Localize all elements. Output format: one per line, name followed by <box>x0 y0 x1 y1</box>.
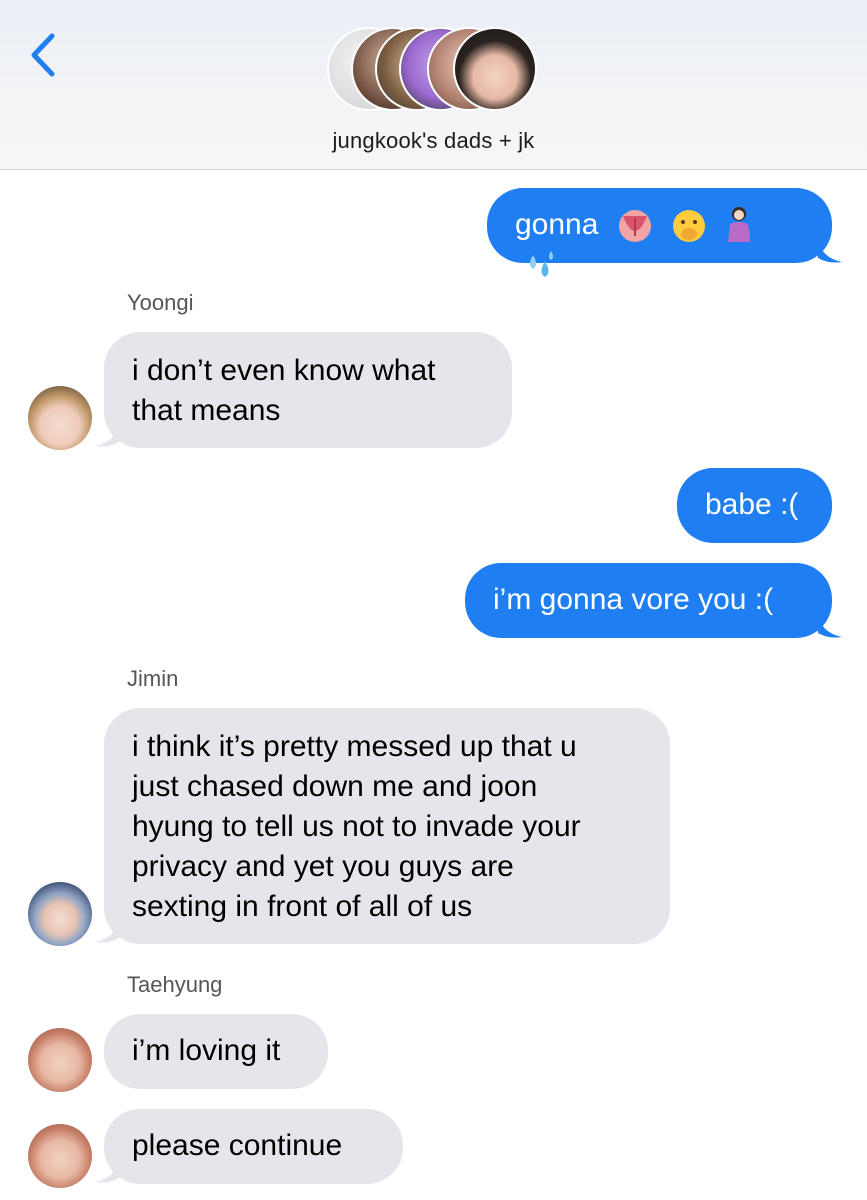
message-line: i think it’s pretty messed up that u <box>132 730 577 763</box>
incoming-message[interactable]: i’m loving it <box>104 1014 328 1089</box>
sender-name: Jimin <box>127 666 179 691</box>
outgoing-message[interactable]: i’m gonna vore you :( <box>465 563 832 638</box>
sender-name: Yoongi <box>127 290 194 315</box>
sweat-droplets-emoji-icon <box>530 251 553 278</box>
avatar[interactable] <box>28 386 92 450</box>
chevron-left-icon <box>31 33 55 77</box>
pregnant-woman-emoji-icon <box>728 207 751 243</box>
incoming-message[interactable]: please continue <box>104 1109 403 1184</box>
incoming-message[interactable]: i don’t even know what that means <box>104 332 512 448</box>
bubble-tail <box>818 615 842 638</box>
back-button[interactable] <box>22 28 66 82</box>
message-text: babe :( <box>705 488 799 521</box>
message-line: i’m loving it <box>132 1034 281 1067</box>
message-line: sexting in front of all of us <box>132 890 473 923</box>
incoming-message[interactable]: i think it’s pretty messed up that u jus… <box>104 708 670 944</box>
message-line: hyung to tell us not to invade your <box>132 810 581 843</box>
message-text: i’m gonna vore you :( <box>493 583 774 616</box>
avatar[interactable] <box>28 1124 92 1188</box>
avatar[interactable] <box>28 1028 92 1092</box>
group-avatar-stack[interactable] <box>327 27 541 115</box>
avatar <box>453 27 537 111</box>
imessage-screen: jungkook's dads + jk gonna Yoongi i don’… <box>0 0 867 1200</box>
avatar[interactable] <box>28 882 92 946</box>
outgoing-message[interactable]: gonna <box>487 188 832 278</box>
bubble-tail <box>818 240 842 263</box>
message-line: just chased down me and joon <box>132 770 538 803</box>
message-line: i don’t even know what <box>132 354 436 387</box>
sender-name: Taehyung <box>127 972 223 997</box>
group-title[interactable]: jungkook's dads + jk <box>0 128 867 154</box>
outgoing-message[interactable]: babe :( <box>677 468 832 543</box>
tongue-emoji-icon <box>618 210 651 243</box>
message-text: gonna <box>515 208 599 241</box>
message-line: that means <box>132 394 281 427</box>
message-line: privacy and yet you guys are <box>132 850 514 883</box>
shushing-face-emoji-icon <box>673 210 706 243</box>
conversation-header: jungkook's dads + jk <box>0 0 867 170</box>
message-line: please continue <box>132 1129 343 1162</box>
